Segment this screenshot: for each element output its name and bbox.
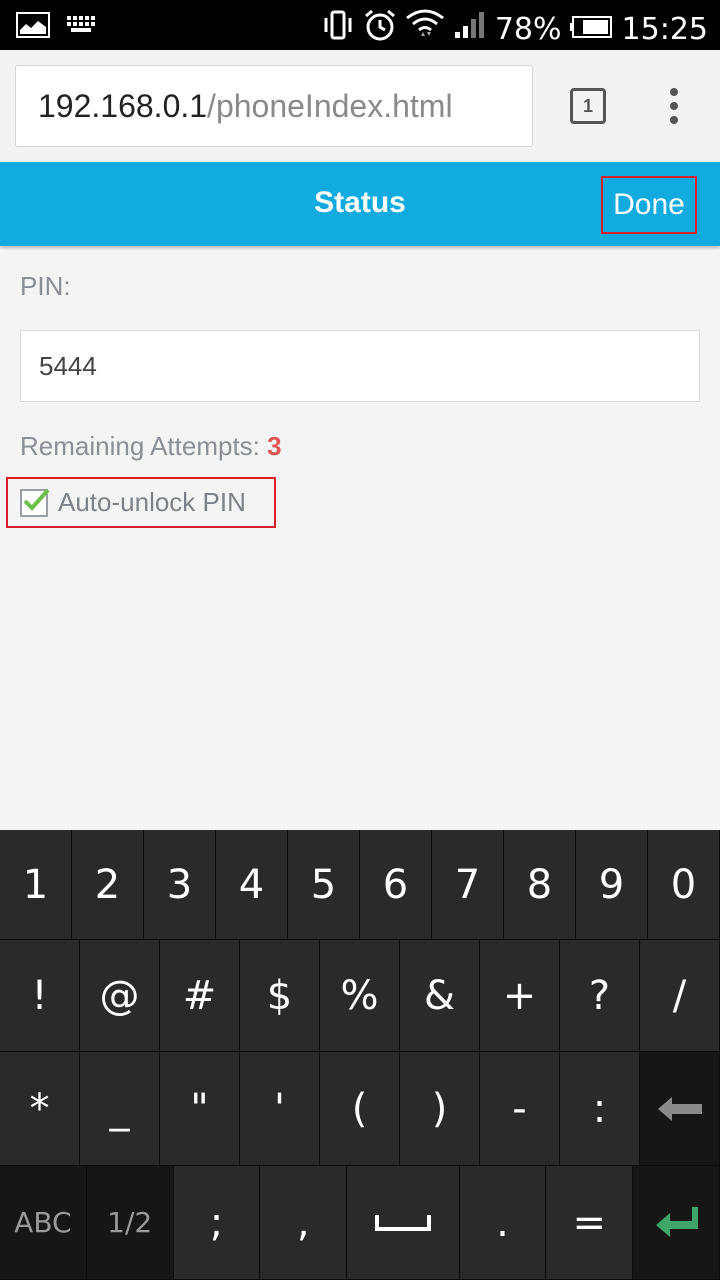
- key-1[interactable]: 1: [0, 830, 72, 940]
- key-open-paren[interactable]: (: [320, 1052, 400, 1166]
- auto-unlock-label: Auto-unlock PIN: [58, 487, 246, 517]
- status-bar: 78% 15:25: [0, 0, 720, 50]
- signal-icon: [453, 10, 487, 48]
- remaining-attempts: Remaining Attempts: 3: [20, 431, 282, 462]
- key-close-paren[interactable]: ): [400, 1052, 480, 1166]
- key-semicolon[interactable]: ;: [173, 1166, 261, 1280]
- key-slash[interactable]: /: [640, 940, 720, 1052]
- symbols-page-key[interactable]: 1/2: [86, 1166, 174, 1280]
- key-9[interactable]: 9: [576, 830, 648, 940]
- url-path: /phoneIndex.html: [207, 87, 453, 124]
- alarm-icon: [363, 8, 397, 50]
- key-dollar[interactable]: $: [240, 940, 320, 1052]
- attempts-label: Remaining Attempts:: [20, 431, 268, 461]
- clock: 15:25: [621, 11, 708, 47]
- key-question[interactable]: ?: [560, 940, 640, 1052]
- auto-unlock-option[interactable]: Auto-unlock PIN: [6, 477, 276, 528]
- key-4[interactable]: 4: [216, 830, 288, 940]
- attempts-count: 3: [267, 431, 282, 461]
- key-underscore[interactable]: _: [80, 1052, 160, 1166]
- key-6[interactable]: 6: [360, 830, 432, 940]
- key-apostrophe[interactable]: ': [240, 1052, 320, 1166]
- space-icon: [374, 1214, 431, 1231]
- key-period[interactable]: .: [459, 1166, 547, 1280]
- browser-toolbar: 192.168.0.1/phoneIndex.html 1: [0, 50, 720, 162]
- key-asterisk[interactable]: *: [0, 1052, 80, 1166]
- checkmark-icon: [23, 488, 50, 511]
- key-hash[interactable]: #: [160, 940, 240, 1052]
- overflow-menu-icon[interactable]: [664, 88, 684, 124]
- pin-value: 5444: [39, 350, 97, 381]
- key-2[interactable]: 2: [72, 830, 144, 940]
- key-at[interactable]: @: [80, 940, 160, 1052]
- wifi-icon: [405, 8, 445, 50]
- numeric-keyboard: 1 2 3 4 5 6 7 8 9 0 ! @ # $ % & + ? / * …: [0, 830, 720, 1280]
- keyboard-icon: [66, 12, 100, 43]
- pin-label: PIN:: [20, 271, 71, 301]
- enter-key[interactable]: [633, 1166, 720, 1280]
- key-plus[interactable]: +: [480, 940, 560, 1052]
- key-7[interactable]: 7: [432, 830, 504, 940]
- key-minus[interactable]: -: [480, 1052, 560, 1166]
- key-equals[interactable]: =: [546, 1166, 634, 1280]
- vibrate-icon: [321, 10, 355, 48]
- key-percent[interactable]: %: [320, 940, 400, 1052]
- screenshot-icon: [16, 12, 50, 43]
- pin-input[interactable]: 5444: [20, 330, 700, 402]
- auto-unlock-checkbox[interactable]: [20, 488, 50, 517]
- key-exclamation[interactable]: !: [0, 940, 80, 1052]
- key-comma[interactable]: ,: [260, 1166, 348, 1280]
- tabs-button[interactable]: 1: [570, 88, 606, 124]
- key-3[interactable]: 3: [144, 830, 216, 940]
- battery-icon: [569, 12, 614, 47]
- abc-key[interactable]: ABC: [0, 1166, 87, 1280]
- address-bar[interactable]: 192.168.0.1/phoneIndex.html: [15, 65, 533, 147]
- key-8[interactable]: 8: [504, 830, 576, 940]
- url-host: 192.168.0.1: [38, 87, 208, 124]
- key-colon[interactable]: :: [560, 1052, 640, 1166]
- key-ampersand[interactable]: &: [400, 940, 480, 1052]
- tab-count: 1: [582, 95, 593, 116]
- backspace-key[interactable]: [640, 1052, 720, 1166]
- battery-percent: 78%: [494, 11, 562, 47]
- space-key[interactable]: [347, 1166, 460, 1280]
- key-0[interactable]: 0: [648, 830, 720, 940]
- backspace-icon: [657, 1096, 702, 1121]
- done-button[interactable]: Done: [601, 176, 697, 234]
- key-5[interactable]: 5: [288, 830, 360, 940]
- key-double-quote[interactable]: ": [160, 1052, 240, 1166]
- enter-icon: [656, 1206, 699, 1237]
